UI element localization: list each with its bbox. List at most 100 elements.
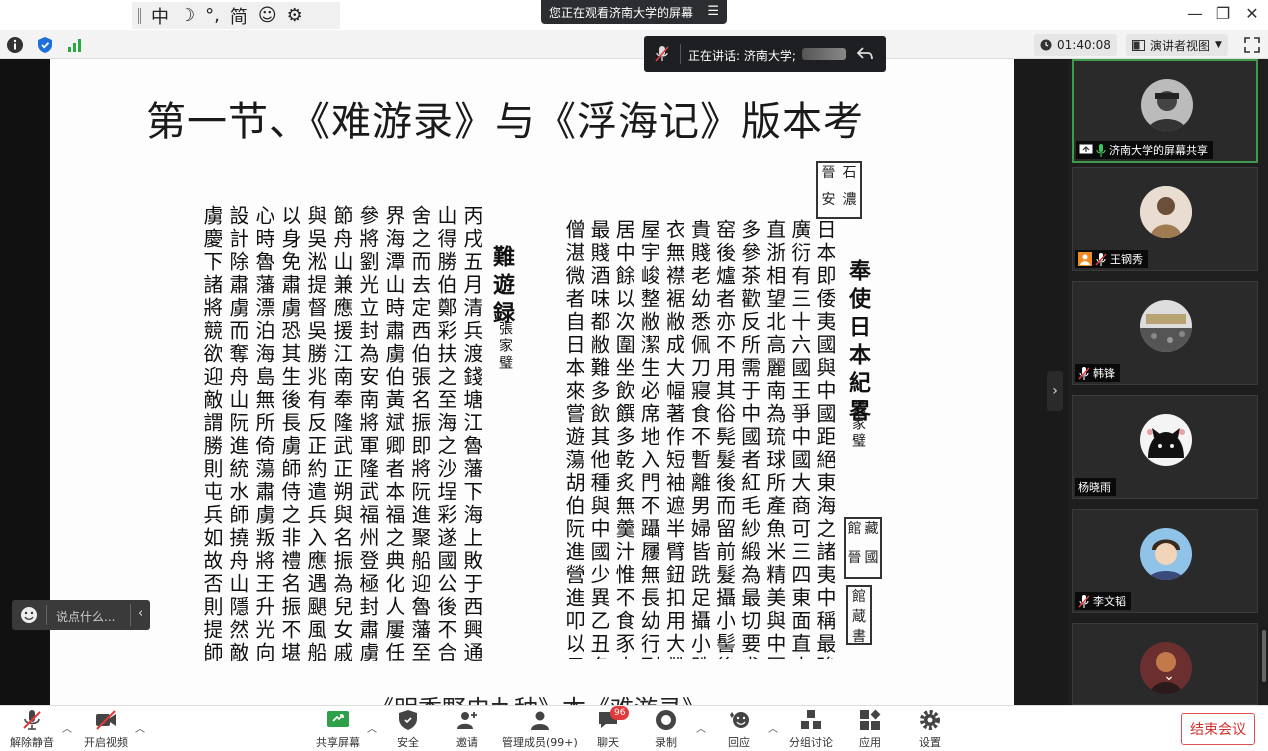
ime-toolbar[interactable]: 中 ☽ °, 简 ☺ ⚙ <box>132 2 340 29</box>
seal-top: 晉 石 安 濃 <box>816 161 862 219</box>
seal-char: 國 <box>864 550 879 566</box>
ime-punct-icon[interactable]: °, <box>205 5 220 26</box>
share-screen-button[interactable]: 共享屏幕 <box>316 708 360 750</box>
reactions-button[interactable]: 回应 <box>727 708 751 750</box>
chevron-left-icon[interactable]: ‹ <box>138 606 143 621</box>
chat-button[interactable]: 96 聊天 <box>596 706 630 750</box>
scan-column: 屋宇峻整敝潔生必席地入門不躡屨無長幼行列尊者 <box>640 219 660 659</box>
scan-column: 日本即倭夷國與中國距絕東海之諸夷中稱最強土地 <box>815 219 835 659</box>
screen-share-icon <box>1079 144 1093 154</box>
mic-muted-icon <box>655 46 669 62</box>
participant-tile[interactable]: 李文韬 <box>1072 509 1258 613</box>
video-off-icon <box>96 710 116 730</box>
chevron-up-icon[interactable]: ︿ <box>768 720 778 735</box>
unmute-button[interactable]: 解除静音 <box>10 708 54 750</box>
seal-char: 書 <box>852 629 866 645</box>
scan-column: 心時魯藩漂泊海島無所倚蕩肅虜叛將王升光向魯藩 <box>254 205 274 661</box>
scrollbar[interactable] <box>1262 630 1266 682</box>
seal-char: 晉 <box>821 165 836 181</box>
ime-grip-icon[interactable] <box>138 7 141 24</box>
seal-char: 濃 <box>842 192 857 208</box>
collapse-panel-button[interactable]: › <box>1047 371 1063 411</box>
slide-caption: 《明季野史九种》本《难游录》 <box>370 689 706 705</box>
settings-label: 设置 <box>919 736 941 749</box>
ime-emoji-icon[interactable]: ☺ <box>258 5 277 26</box>
apps-icon <box>860 709 881 730</box>
timer-text: 01:40:08 <box>1057 38 1111 52</box>
participant-tile[interactable]: 杨晓雨 <box>1072 395 1258 499</box>
chevron-right-icon: › <box>1052 383 1058 399</box>
members-icon <box>530 711 549 730</box>
scan-column: 虜慶下諸將競欲迎敵謂勝則屯兵如故否則提師入閩 <box>202 205 222 661</box>
ime-simplified[interactable]: 简 <box>230 3 248 29</box>
meeting-toolbar: 解除静音 ︿ 开启视频 ︿ 共享屏幕 ︿ 安全 邀请 管理成员(99+) 96 … <box>0 705 1268 751</box>
back-icon[interactable] <box>856 46 874 62</box>
restore-icon[interactable]: ❐ <box>1213 4 1233 23</box>
seal-char: 石 <box>842 165 857 181</box>
scan-column: 山得勝伯鄭彩扶之至海之沙埕彩遂國公後不合 <box>436 205 456 661</box>
scan-column: 衣無襟裾敝成大幅著作短袖遮半臂鈕扣用大帶圍腰 <box>665 219 685 659</box>
scan-column: 設計除肅虜而奪舟山阮進統水師撓舟山隱然敵國肅 <box>228 205 248 661</box>
viewing-banner-text: 您正在观看济南大学的屏幕 <box>549 5 694 20</box>
end-meeting-button[interactable]: 结束会议 <box>1181 713 1255 745</box>
reaction-icon <box>730 712 749 728</box>
participant-tile[interactable]: 王钢秀 <box>1072 167 1258 271</box>
seal-char: 蔵 <box>852 609 866 625</box>
ime-mode[interactable]: 中 <box>151 3 169 29</box>
manage-members-button[interactable]: 管理成员(99+) <box>502 708 578 750</box>
info-bar: 01:40:08 演讲者视图 ▼ <box>0 30 1268 59</box>
viewing-banner[interactable]: 您正在观看济南大学的屏幕 ☰ <box>541 0 727 24</box>
chat-label: 聊天 <box>597 736 619 749</box>
record-button[interactable]: 录制 <box>654 708 678 750</box>
gear-icon <box>920 710 940 730</box>
left-scan-heading: 難遊録 <box>489 245 515 329</box>
fullscreen-icon[interactable] <box>1243 36 1261 54</box>
participant-tile[interactable]: 韩锋 <box>1072 281 1258 385</box>
seal-char: 館 <box>847 521 862 537</box>
shield-icon <box>399 710 417 730</box>
participant-name-tag: 济南大学的屏幕共享 <box>1076 141 1213 159</box>
ime-settings-icon[interactable]: ⚙ <box>287 5 303 26</box>
participants-panel: 济南大学的屏幕共享 王钢秀 韩锋 杨晓雨 李文韬 <box>1068 59 1268 705</box>
start-video-button[interactable]: 开启视频 <box>84 708 128 750</box>
apps-button[interactable]: 应用 <box>858 708 882 750</box>
mic-on-icon <box>1096 143 1106 157</box>
share-label: 共享屏幕 <box>316 736 360 749</box>
chevron-up-icon[interactable]: ︿ <box>135 720 145 735</box>
participant-name: 济南大学的屏幕共享 <box>1109 144 1208 157</box>
apps-label: 应用 <box>859 736 881 749</box>
settings-button[interactable]: 设置 <box>918 708 942 750</box>
close-icon[interactable]: ✕ <box>1242 4 1262 23</box>
ime-moon-icon[interactable]: ☽ <box>179 5 195 26</box>
mic-muted-icon <box>1095 252 1107 266</box>
mic-muted-icon <box>1078 594 1090 608</box>
chevron-up-icon[interactable]: ︿ <box>696 720 706 735</box>
scan-column: 與吳淞提督吳勝兆有反正約遣兵入應遇颶風船壞僅 <box>306 205 326 661</box>
minimize-icon[interactable]: — <box>1185 4 1205 23</box>
chevron-down-icon[interactable]: ⌄ <box>1158 668 1180 690</box>
chevron-up-icon[interactable]: ︿ <box>367 720 377 735</box>
scan-column: 節舟山兼應援江南奉隆武正朔與名振為兒女戚會 <box>332 205 352 661</box>
smile-icon[interactable] <box>20 606 38 624</box>
invite-button[interactable]: 邀请 <box>455 708 479 750</box>
chevron-up-icon[interactable]: ︿ <box>62 720 72 735</box>
host-icon <box>1078 252 1092 266</box>
info-icon[interactable] <box>6 36 24 54</box>
mic-muted-icon <box>1078 366 1090 380</box>
separator <box>46 605 47 625</box>
separator <box>680 44 681 64</box>
shield-icon[interactable] <box>36 36 54 54</box>
right-scan-body: 日本即倭夷國與中國距絕東海之諸夷中稱最強土地 廣衍有三十六國王爭中國大商可三四東… <box>565 219 835 659</box>
view-mode-dropdown[interactable]: 演讲者视图 ▼ <box>1126 34 1228 56</box>
menu-icon[interactable]: ☰ <box>707 4 719 19</box>
avatar <box>1140 186 1192 238</box>
security-button[interactable]: 安全 <box>396 708 420 750</box>
breakout-button[interactable]: 分组讨论 <box>789 708 833 750</box>
chat-input[interactable]: 说点什么... ‹ <box>12 600 150 630</box>
signal-icon[interactable] <box>66 36 84 54</box>
scan-column: 貴賤老幼悉佩刀寢食不暫離男婦皆跣足攝小跣皮靴 <box>690 219 710 659</box>
participant-tile[interactable]: 济南大学的屏幕共享 <box>1072 59 1258 163</box>
seal-bottom: 館 蔵 書 <box>846 585 872 645</box>
avatar <box>1140 414 1192 466</box>
participant-tile[interactable] <box>1072 623 1258 705</box>
